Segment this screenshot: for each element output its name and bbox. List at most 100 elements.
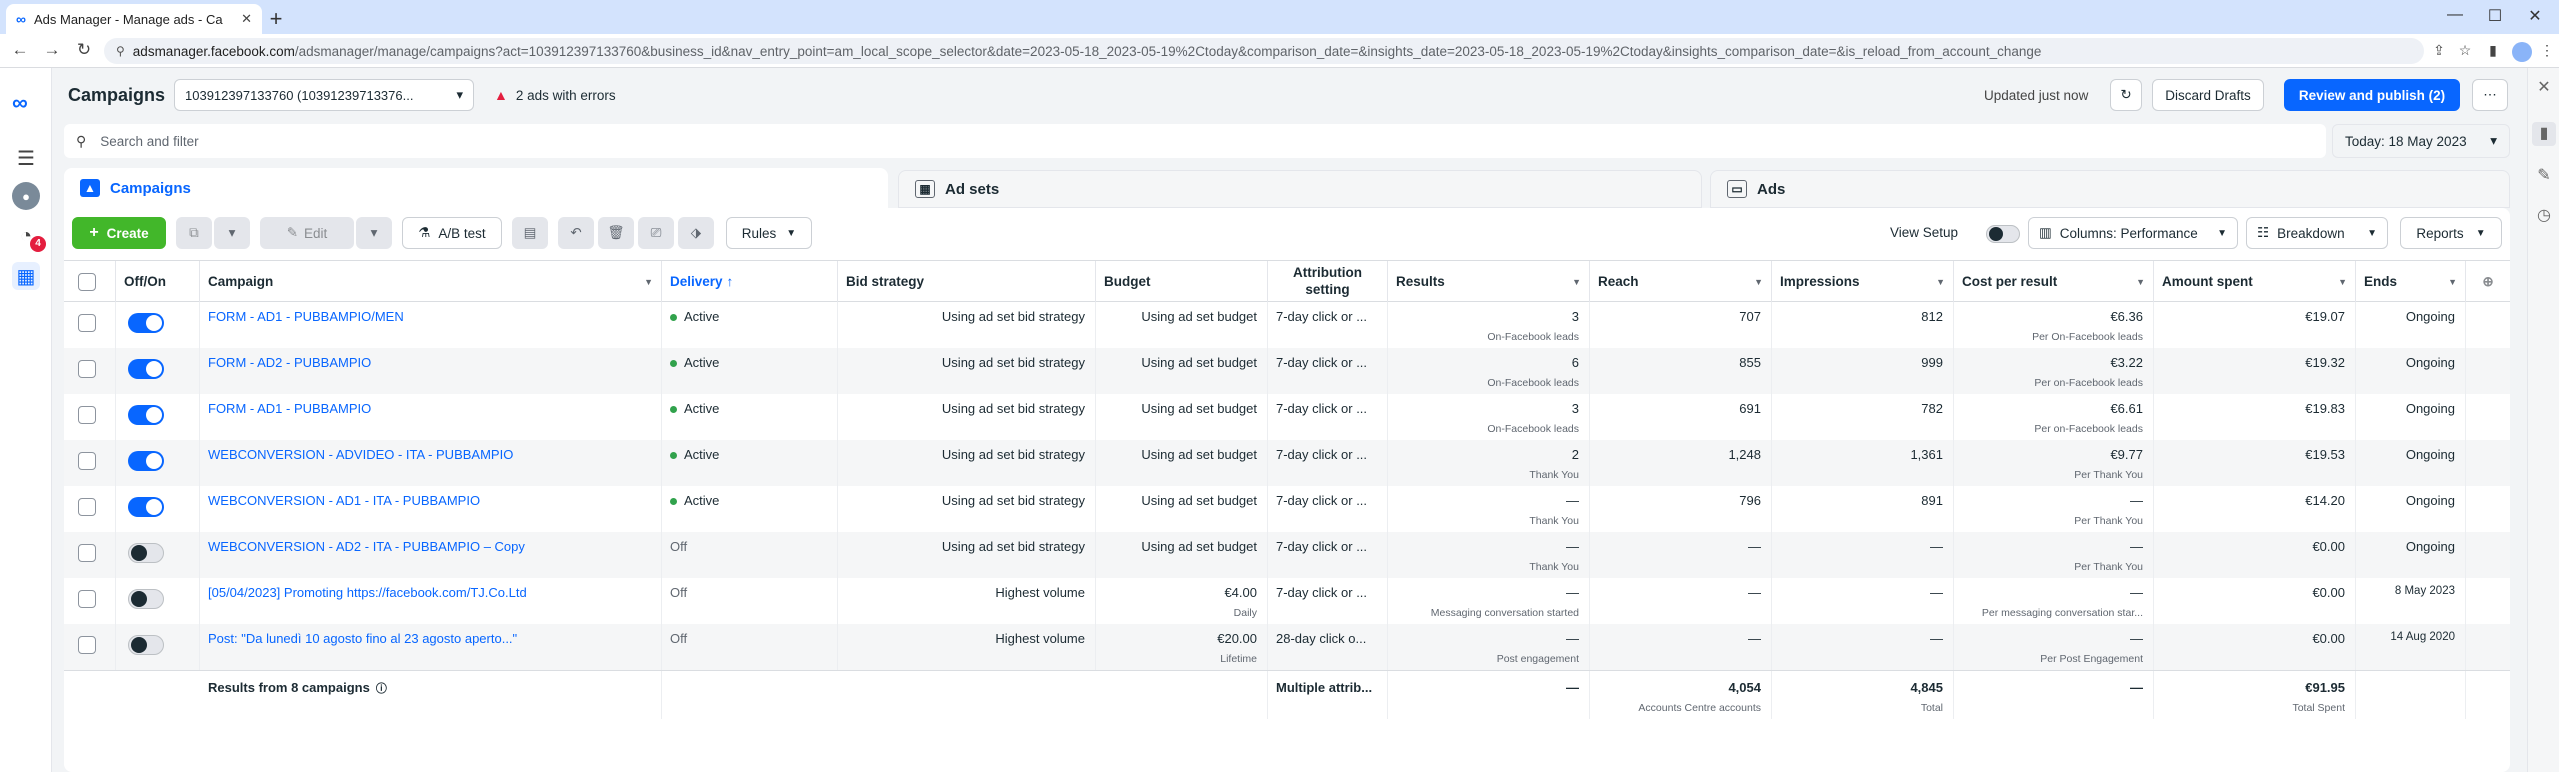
tab-campaigns[interactable]: ▲ Campaigns bbox=[64, 168, 888, 208]
close-window-icon[interactable]: ✕ bbox=[2520, 6, 2550, 26]
forward-icon[interactable]: → bbox=[40, 40, 64, 60]
campaigns-table-icon[interactable]: ▦ bbox=[12, 262, 40, 290]
campaign-toggle[interactable] bbox=[128, 405, 164, 425]
campaign-toggle[interactable] bbox=[128, 497, 164, 517]
row-checkbox[interactable] bbox=[78, 498, 96, 516]
campaign-toggle[interactable] bbox=[128, 451, 164, 471]
campaign-name-link[interactable]: FORM - AD2 - PUBBAMPIO bbox=[208, 355, 371, 370]
clipboard-icon[interactable]: ▤ bbox=[512, 217, 548, 249]
date-picker[interactable]: Today: 18 May 2023 ▾ bbox=[2332, 124, 2510, 158]
close-tab-icon[interactable]: ✕ bbox=[241, 11, 252, 27]
browser-tab[interactable]: ∞ Ads Manager - Manage ads - Ca ✕ bbox=[6, 4, 262, 34]
share-icon[interactable]: ⇪ bbox=[2426, 42, 2452, 59]
col-results[interactable]: Results ▼ bbox=[1388, 261, 1590, 302]
refresh-button[interactable]: ↻ bbox=[2110, 79, 2142, 111]
new-tab-icon[interactable]: + bbox=[262, 6, 290, 32]
campaign-name-link[interactable]: FORM - AD1 - PUBBAMPIO bbox=[208, 401, 371, 416]
row-checkbox[interactable] bbox=[78, 590, 96, 608]
table-row[interactable]: Post: "Da lunedì 10 agosto fino al 23 ag… bbox=[64, 624, 2510, 670]
reload-icon[interactable]: ↻ bbox=[72, 40, 96, 60]
row-checkbox[interactable] bbox=[78, 314, 96, 332]
close-panel-icon[interactable]: ✕ bbox=[2532, 76, 2556, 100]
campaign-toggle[interactable] bbox=[128, 313, 164, 333]
col-campaign[interactable]: Campaign ▼ bbox=[200, 261, 662, 302]
sidebar-icon[interactable]: ▮ bbox=[2480, 42, 2506, 59]
tab-adsets[interactable]: ▦ Ad sets bbox=[898, 170, 1702, 208]
row-checkbox[interactable] bbox=[78, 544, 96, 562]
table-row[interactable]: WEBCONVERSION - AD2 - ITA - PUBBAMPIO – … bbox=[64, 532, 2510, 578]
trash-icon[interactable]: 🗑 bbox=[598, 217, 634, 249]
columns-button[interactable]: ▥ Columns: Performance ▼ bbox=[2028, 217, 2238, 249]
browser-menu-icon[interactable]: ⋮ bbox=[2534, 42, 2559, 59]
campaign-name-link[interactable]: WEBCONVERSION - AD1 - ITA - PUBBAMPIO bbox=[208, 493, 480, 508]
view-setup-toggle[interactable] bbox=[1986, 225, 2020, 243]
campaign-toggle[interactable] bbox=[128, 543, 164, 563]
discard-drafts-button[interactable]: Discard Drafts bbox=[2152, 79, 2264, 111]
add-column-icon[interactable]: ⊕ bbox=[2466, 261, 2510, 302]
campaign-toggle[interactable] bbox=[128, 359, 164, 379]
table-row[interactable]: WEBCONVERSION - ADVIDEO - ITA - PUBBAMPI… bbox=[64, 440, 2510, 486]
edit-dropdown[interactable]: ▾ bbox=[356, 217, 392, 249]
row-checkbox[interactable] bbox=[78, 452, 96, 470]
minimize-icon[interactable]: — bbox=[2440, 6, 2470, 24]
table-row[interactable]: FORM - AD2 - PUBBAMPIO Active Using ad s… bbox=[64, 348, 2510, 394]
url-field[interactable]: ⚲ adsmanager.facebook.com/adsmanager/man… bbox=[104, 38, 2424, 64]
campaign-name-link[interactable]: Post: "Da lunedì 10 agosto fino al 23 ag… bbox=[208, 631, 517, 646]
row-checkbox[interactable] bbox=[78, 636, 96, 654]
rules-button[interactable]: Rules ▼ bbox=[726, 217, 812, 249]
bid-value: Highest volume bbox=[995, 585, 1085, 600]
site-info-icon[interactable]: ⚲ bbox=[116, 44, 125, 58]
breakdown-button[interactable]: ☷ Breakdown ▼ bbox=[2246, 217, 2388, 249]
col-impressions[interactable]: Impressions ▼ bbox=[1772, 261, 1954, 302]
meta-logo-icon[interactable]: ∞ bbox=[12, 90, 28, 116]
attribution-value: 7-day click or ... bbox=[1276, 447, 1368, 462]
maximize-icon[interactable]: ☐ bbox=[2480, 6, 2510, 26]
row-checkbox[interactable] bbox=[78, 406, 96, 424]
account-avatar[interactable]: ● bbox=[12, 182, 40, 210]
profile-avatar[interactable] bbox=[2512, 42, 2532, 62]
campaign-name-link[interactable]: WEBCONVERSION - ADVIDEO - ITA - PUBBAMPI… bbox=[208, 447, 513, 462]
preview-icon[interactable]: ⎚ bbox=[638, 217, 674, 249]
more-options-button[interactable]: ⋯ bbox=[2472, 79, 2508, 111]
chart-icon[interactable]: ▮ bbox=[2532, 122, 2556, 146]
campaign-toggle[interactable] bbox=[128, 589, 164, 609]
table-row[interactable]: WEBCONVERSION - AD1 - ITA - PUBBAMPIO Ac… bbox=[64, 486, 2510, 532]
campaign-name-link[interactable]: WEBCONVERSION - AD2 - ITA - PUBBAMPIO – … bbox=[208, 539, 525, 554]
info-icon[interactable]: ⓘ bbox=[376, 683, 387, 695]
col-reach[interactable]: Reach ▼ bbox=[1590, 261, 1772, 302]
table-row[interactable]: FORM - AD1 - PUBBAMPIO Active Using ad s… bbox=[64, 394, 2510, 440]
col-attribution[interactable]: Attribution setting bbox=[1268, 261, 1388, 302]
edit-button[interactable]: ✎ Edit bbox=[260, 217, 354, 249]
review-publish-button[interactable]: Review and publish (2) bbox=[2284, 79, 2460, 111]
tab-ads[interactable]: ▭ Ads bbox=[1710, 170, 2510, 208]
col-budget[interactable]: Budget bbox=[1096, 261, 1268, 302]
col-cpr[interactable]: Cost per result ▼ bbox=[1954, 261, 2154, 302]
col-bid[interactable]: Bid strategy bbox=[838, 261, 1096, 302]
campaign-name-link[interactable]: FORM - AD1 - PUBBAMPIO/MEN bbox=[208, 309, 404, 324]
history-icon[interactable]: ◷ bbox=[2532, 204, 2556, 228]
col-spent[interactable]: Amount spent ▼ bbox=[2154, 261, 2356, 302]
search-filter-bar[interactable]: ⚲ Search and filter bbox=[64, 124, 2326, 158]
errors-notice[interactable]: ▲ 2 ads with errors bbox=[494, 87, 616, 103]
col-offon[interactable]: Off/On bbox=[116, 261, 200, 302]
ab-test-button[interactable]: ⚗ A/B test bbox=[402, 217, 502, 249]
duplicate-dropdown[interactable]: ▾ bbox=[214, 217, 250, 249]
campaign-toggle[interactable] bbox=[128, 635, 164, 655]
account-selector[interactable]: 103912397133760 (10391239713376... ▾ bbox=[174, 79, 474, 111]
reports-button[interactable]: Reports ▼ bbox=[2400, 217, 2502, 249]
create-button[interactable]: + Create bbox=[72, 217, 166, 249]
table-row[interactable]: [05/04/2023] Promoting https://facebook.… bbox=[64, 578, 2510, 624]
tag-icon[interactable]: ⬗ bbox=[678, 217, 714, 249]
duplicate-button[interactable]: ⧉ bbox=[176, 217, 212, 249]
pencil-icon[interactable]: ✎ bbox=[2532, 164, 2556, 188]
menu-icon[interactable]: ☰ bbox=[12, 144, 40, 172]
back-icon[interactable]: ← bbox=[8, 40, 32, 60]
col-delivery[interactable]: Delivery ↑ bbox=[662, 261, 838, 302]
campaign-name-link[interactable]: [05/04/2023] Promoting https://facebook.… bbox=[208, 585, 527, 600]
bookmark-icon[interactable]: ☆ bbox=[2452, 42, 2478, 59]
row-checkbox[interactable] bbox=[78, 360, 96, 378]
col-ends[interactable]: Ends ▼ bbox=[2356, 261, 2466, 302]
select-all-checkbox[interactable] bbox=[78, 273, 96, 291]
undo-icon[interactable]: ↶ bbox=[558, 217, 594, 249]
table-row[interactable]: FORM - AD1 - PUBBAMPIO/MEN Active Using … bbox=[64, 302, 2510, 348]
